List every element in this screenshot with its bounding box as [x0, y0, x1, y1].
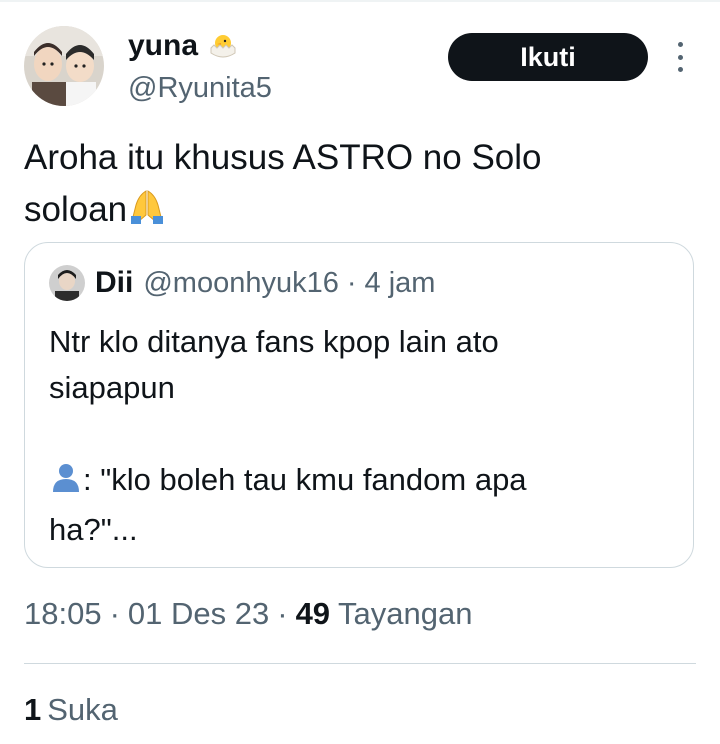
quote-text: Ntr klo ditanya fans kpop lain ato siapa… — [49, 319, 669, 553]
meta-separator-2: · — [277, 596, 288, 631]
quote-author-name: Dii — [95, 266, 134, 299]
tweet-time[interactable]: 18:05 — [24, 596, 102, 632]
quote-line4: : "klo boleh tau kmu fandom apa — [49, 457, 669, 507]
quoted-tweet[interactable]: Dii @moonhyuk16 · 4 jam Ntr klo ditanya … — [24, 242, 694, 568]
quote-header: Dii @moonhyuk16 · 4 jam — [49, 263, 435, 303]
author-avatar[interactable] — [24, 26, 104, 106]
tweet-date[interactable]: 01 Des 23 — [128, 596, 269, 632]
folded-hands-icon — [127, 185, 167, 240]
author-handle[interactable]: @Ryunita5 — [128, 70, 272, 106]
quote-separator: · — [346, 266, 357, 299]
quote-line2: siapapun — [49, 370, 175, 405]
quote-timestamp: 4 jam — [364, 266, 436, 299]
meta-separator-1: · — [109, 596, 120, 631]
quote-line5: ha?"... — [49, 512, 138, 547]
tweet-text-line1: Aroha itu khusus ASTRO no Solo — [24, 138, 542, 177]
quote-author-handle: @moonhyuk16 — [143, 266, 339, 299]
quote-line4-text: : "klo boleh tau kmu fandom apa — [83, 462, 527, 497]
author-display-name[interactable]: yuna — [128, 28, 238, 64]
tweet-meta: 18:05 · 01 Des 23 · 49 Tayangan — [24, 596, 473, 632]
views-count: 49 — [295, 596, 331, 631]
author-name-text: yuna — [128, 29, 199, 62]
likes-label: Suka — [47, 692, 118, 727]
hatching-chick-icon — [208, 31, 238, 61]
quote-author-avatar — [49, 265, 85, 301]
views-label: Tayangan — [338, 596, 473, 631]
bust-silhouette-icon — [49, 460, 83, 507]
quote-line1: Ntr klo ditanya fans kpop lain ato — [49, 324, 499, 359]
tweet-text-line2-text: soloan — [24, 190, 128, 229]
more-options-icon[interactable] — [672, 42, 688, 72]
divider — [24, 663, 696, 664]
likes-link[interactable]: 1 Suka — [24, 692, 118, 728]
follow-button[interactable]: Ikuti — [448, 33, 648, 81]
likes-count: 1 — [24, 692, 42, 727]
tweet-text-line2: soloan — [24, 184, 684, 240]
top-border — [0, 0, 720, 2]
tweet-text: Aroha itu khusus ASTRO no Solo soloan — [24, 132, 684, 240]
quote-line3 — [49, 411, 669, 457]
